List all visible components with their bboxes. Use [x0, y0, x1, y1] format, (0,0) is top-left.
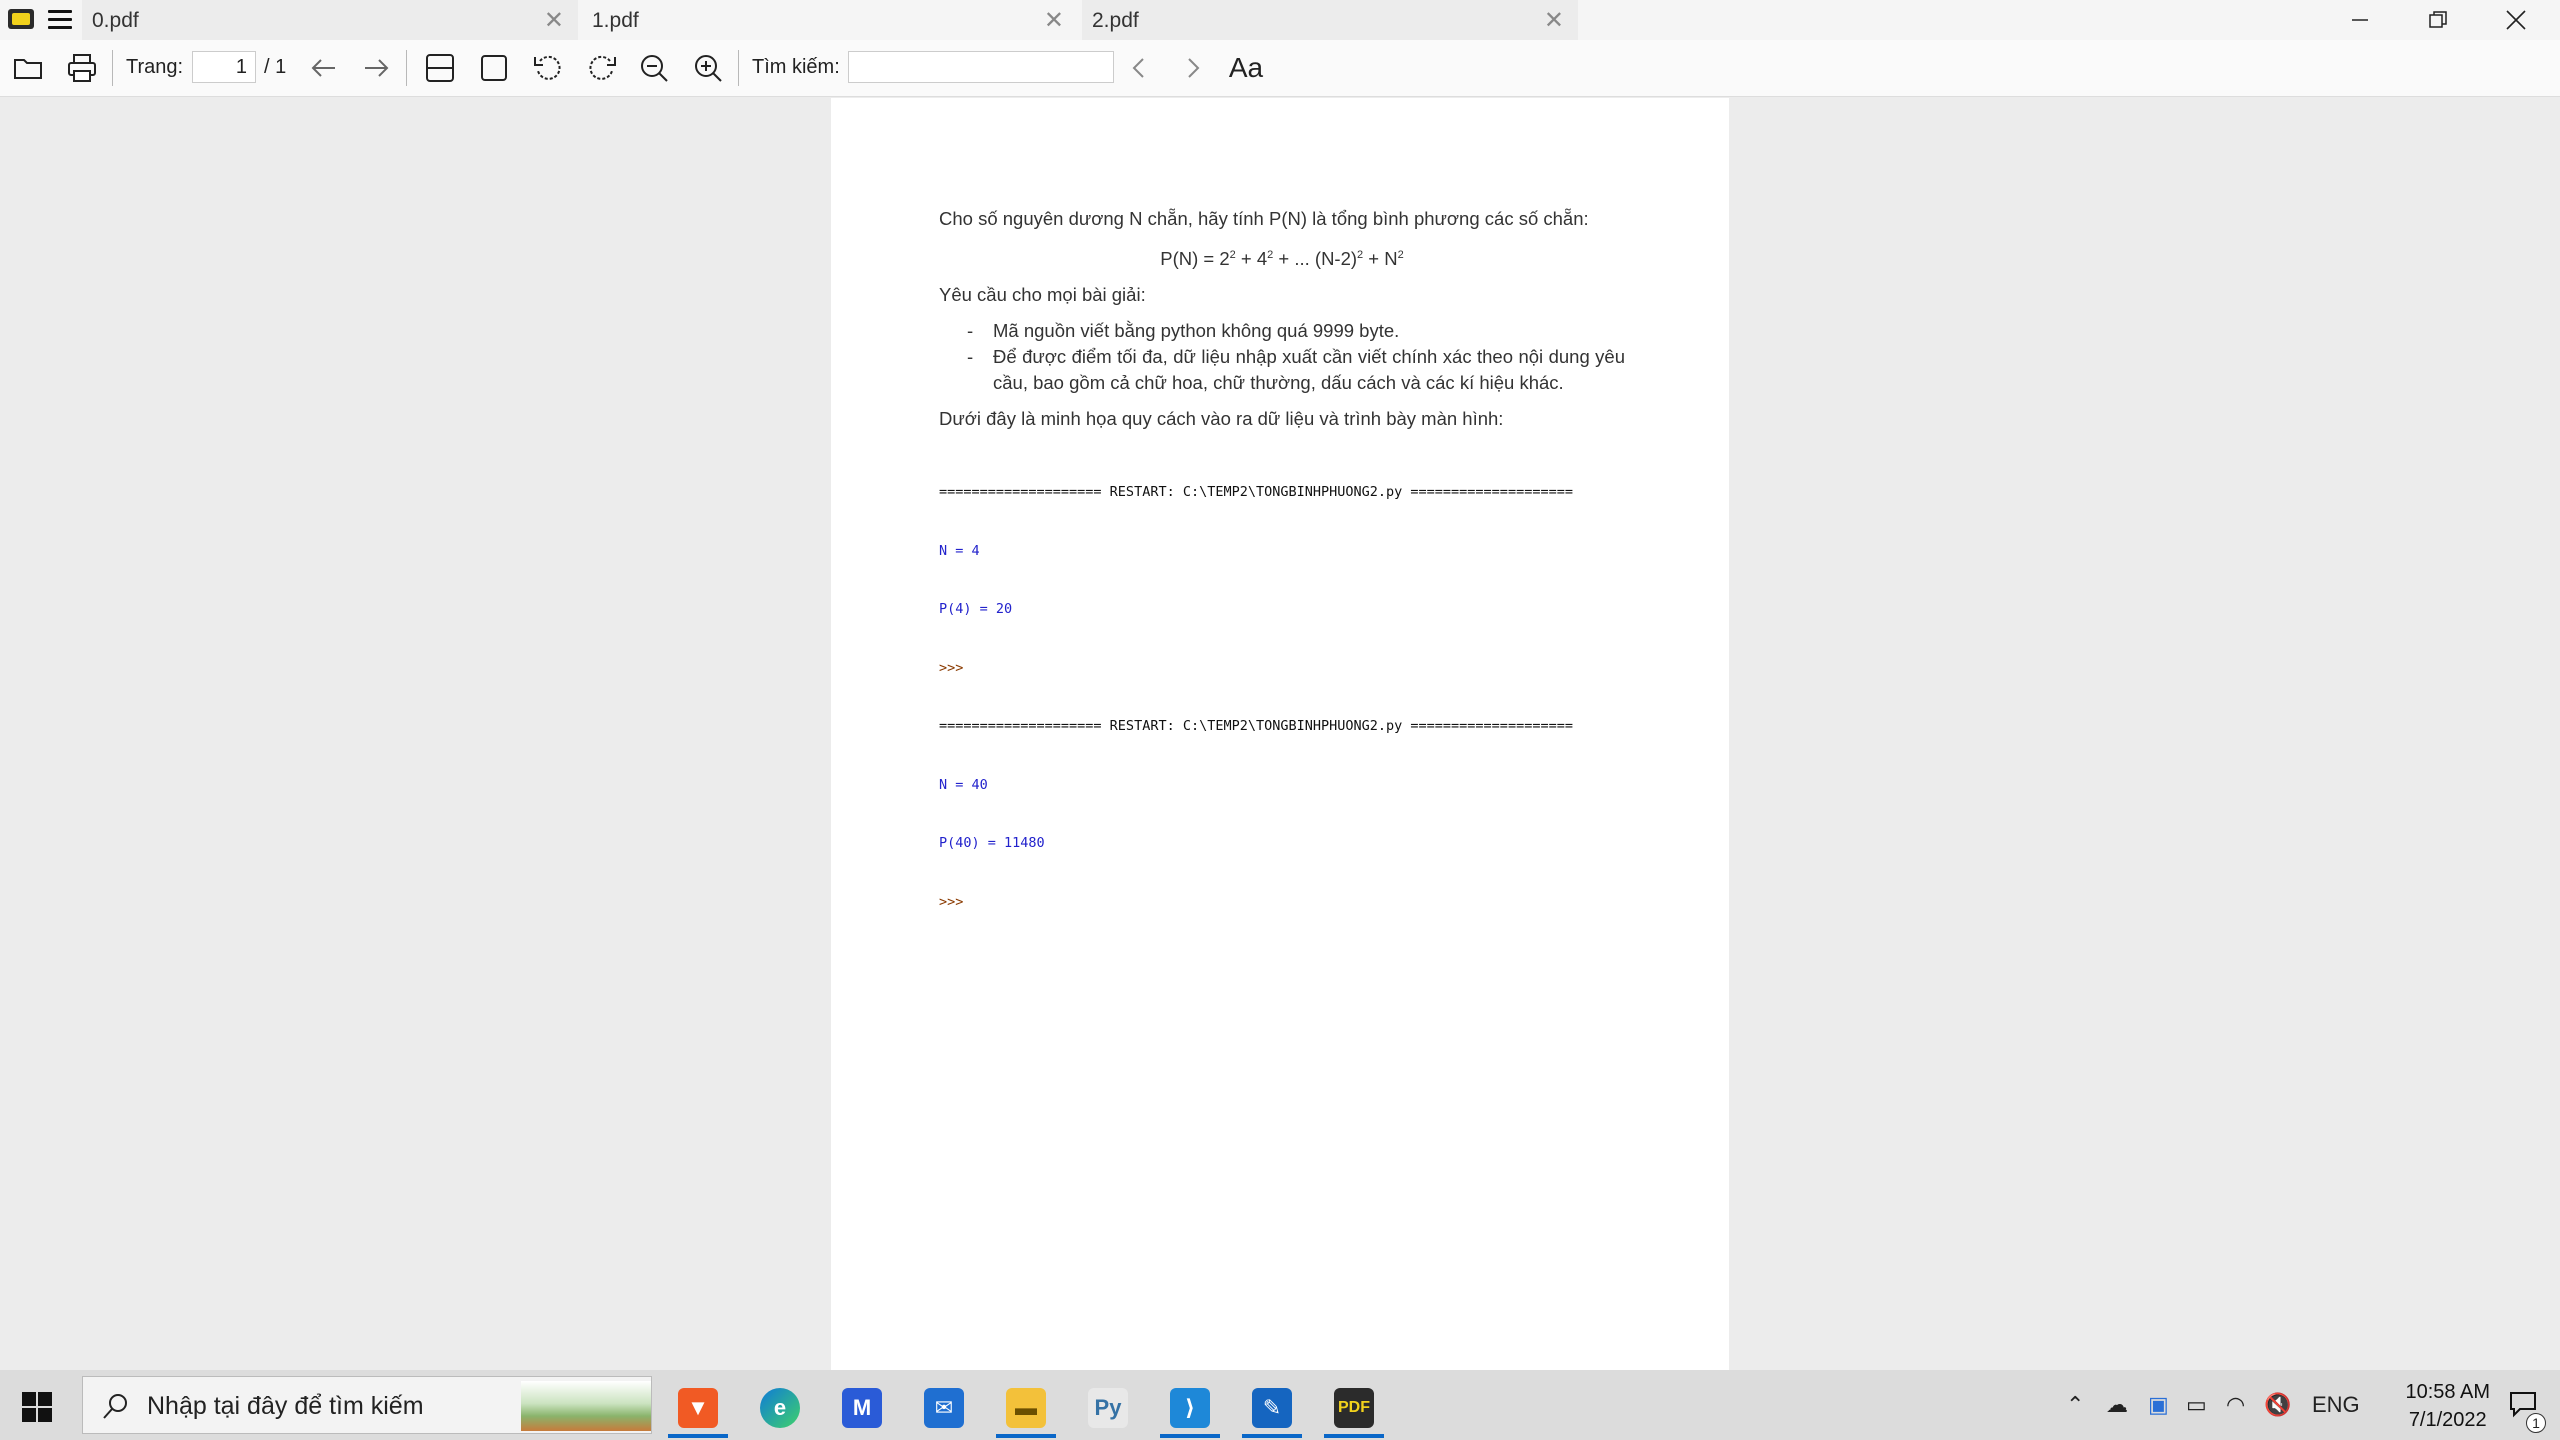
close-icon: [2506, 10, 2526, 30]
search-input[interactable]: [848, 51, 1114, 83]
match-case-icon[interactable]: Aa: [1228, 50, 1264, 86]
open-folder-icon[interactable]: [10, 50, 46, 86]
example-heading: Dưới đây là minh họa quy cách vào ra dữ …: [939, 408, 1504, 430]
math-app-icon[interactable]: M: [826, 1376, 898, 1440]
vscode-icon[interactable]: ⟩: [1154, 1376, 1226, 1440]
toolbar: Trang: 1 / 1 Tìm kiếm: Aa: [0, 40, 2560, 97]
search-highlight-image: [521, 1381, 651, 1431]
console-line: P(4) = 20: [939, 601, 1013, 618]
taskbar: Nhập tại đây để tìm kiếm ▼ e M ✉ ▬ Py ⟩ …: [0, 1370, 2560, 1440]
tab-1-pdf[interactable]: 1.pdf ✕: [582, 0, 1080, 40]
battery-icon[interactable]: ▭: [2186, 1392, 2207, 1418]
close-icon[interactable]: ✕: [544, 6, 564, 35]
close-icon[interactable]: ✕: [1544, 6, 1564, 35]
notification-count-badge: 1: [2526, 1413, 2546, 1433]
brave-browser-icon[interactable]: ▼: [662, 1376, 734, 1440]
keyboard-input-icon[interactable]: ▣: [2148, 1392, 2169, 1418]
edge-browser-icon[interactable]: e: [744, 1376, 816, 1440]
search-icon: [103, 1394, 127, 1419]
console-line: >>>: [939, 893, 964, 910]
windows-start-icon[interactable]: [22, 1392, 52, 1422]
system-clock[interactable]: 10:58 AM 7/1/2022: [2405, 1378, 2490, 1434]
app-logo-icon: [8, 9, 34, 29]
toolbar-divider: [738, 50, 739, 86]
close-window-button[interactable]: [2478, 0, 2554, 40]
single-page-view-icon[interactable]: [476, 50, 512, 86]
minimize-button[interactable]: [2322, 0, 2398, 40]
console-line: P(40) = 11480: [939, 835, 1045, 852]
tab-label: 2.pdf: [1092, 9, 1139, 32]
console-line: N = 4: [939, 542, 980, 559]
restore-icon: [2429, 11, 2447, 28]
page-number-input[interactable]: 1: [192, 51, 256, 83]
taskbar-search-box[interactable]: Nhập tại đây để tìm kiếm: [82, 1376, 652, 1434]
document-content: Cho số nguyên dương N chẵn, hãy tính P(N…: [939, 206, 1625, 951]
console-line: ==================== RESTART: C:\TEMP2\T…: [939, 718, 1573, 735]
clock-date: 7/1/2022: [2408, 1409, 2487, 1431]
chevron-up-icon[interactable]: ⌃: [2066, 1392, 2084, 1418]
clock-time: 10:58 AM: [2405, 1381, 2490, 1403]
previous-page-icon[interactable]: [306, 50, 342, 86]
title-bar: 0.pdf ✕ 1.pdf ✕ 2.pdf ✕: [0, 0, 2560, 40]
search-next-icon[interactable]: [1174, 50, 1210, 86]
language-indicator[interactable]: ENG: [2312, 1392, 2360, 1418]
formula: P(N) = 22 + 42 + ... (N-2)2 + N2: [1160, 248, 1404, 270]
continuous-page-view-icon[interactable]: [422, 50, 458, 86]
problem-intro: Cho số nguyên dương N chẵn, hãy tính P(N…: [939, 208, 1589, 229]
console-output: ==================== RESTART: C:\TEMP2\T…: [939, 444, 1625, 951]
console-line: N = 40: [939, 776, 988, 793]
toolbar-divider: [406, 50, 407, 86]
minimize-icon: [2352, 19, 2368, 21]
toolbar-divider: [112, 50, 113, 86]
python-icon[interactable]: Py: [1072, 1376, 1144, 1440]
volume-muted-icon[interactable]: 🔇: [2264, 1392, 2291, 1418]
list-item: Mã nguồn viết bằng python không quá 9999…: [939, 318, 1625, 344]
search-label: Tìm kiếm:: [752, 56, 840, 78]
restore-button[interactable]: [2400, 0, 2476, 40]
print-icon[interactable]: [64, 50, 100, 86]
pdf-reader-icon[interactable]: PDF: [1318, 1376, 1390, 1440]
page-label: Trang:: [126, 56, 184, 78]
taskbar-search-placeholder: Nhập tại đây để tìm kiếm: [147, 1392, 424, 1420]
tab-label: 0.pdf: [92, 9, 139, 32]
tab-2-pdf[interactable]: 2.pdf ✕: [1082, 0, 1580, 40]
requirements-heading: Yêu cầu cho mọi bài giải:: [939, 284, 1146, 306]
whiteboard-app-icon[interactable]: ✎: [1236, 1376, 1308, 1440]
file-explorer-icon[interactable]: ▬: [990, 1376, 1062, 1440]
rotate-right-icon[interactable]: [584, 50, 620, 86]
onedrive-cloud-icon[interactable]: ☁: [2106, 1392, 2128, 1418]
zoom-out-icon[interactable]: [636, 50, 672, 86]
requirements-list: Mã nguồn viết bằng python không quá 9999…: [939, 318, 1625, 396]
console-line: ==================== RESTART: C:\TEMP2\T…: [939, 484, 1573, 501]
notification-center-icon[interactable]: 1: [2508, 1390, 2546, 1433]
page-total: / 1: [264, 56, 287, 78]
hamburger-menu-icon[interactable]: [48, 10, 72, 30]
list-item: Để được điểm tối đa, dữ liệu nhập xuất c…: [939, 344, 1625, 396]
wifi-icon[interactable]: ◠: [2226, 1392, 2245, 1418]
tab-0-pdf[interactable]: 0.pdf ✕: [82, 0, 580, 40]
mail-icon[interactable]: ✉: [908, 1376, 980, 1440]
console-line: >>>: [939, 659, 964, 676]
tab-label: 1.pdf: [592, 9, 639, 32]
zoom-in-icon[interactable]: [690, 50, 726, 86]
search-previous-icon[interactable]: [1122, 50, 1158, 86]
pdf-page: Cho số nguyên dương N chẵn, hãy tính P(N…: [831, 98, 1729, 1370]
rotate-left-icon[interactable]: [530, 50, 566, 86]
close-icon[interactable]: ✕: [1044, 6, 1064, 35]
next-page-icon[interactable]: [358, 50, 394, 86]
